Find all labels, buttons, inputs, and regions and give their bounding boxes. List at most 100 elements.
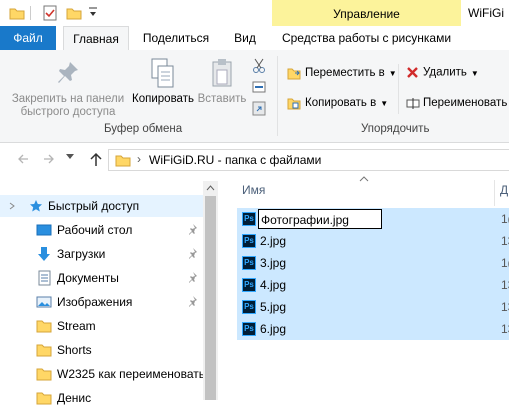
recent-locations-icon[interactable]	[66, 154, 74, 160]
organize-group-label: Упорядочить	[361, 123, 430, 135]
paste-shortcut-icon[interactable]	[252, 100, 266, 116]
pin-label-1: Закрепить на панели	[11, 93, 125, 105]
tab-home[interactable]: Главная	[63, 26, 129, 52]
folder-icon	[115, 152, 131, 168]
folder-icon	[36, 318, 52, 334]
delete-button[interactable]: Удалить ▼	[406, 66, 479, 79]
file-date-truncated: 13	[501, 278, 509, 292]
file-name: 3.jpg	[260, 256, 287, 270]
pictures-icon	[36, 296, 52, 308]
pin-icon	[56, 60, 80, 88]
copy-to-icon	[287, 96, 301, 110]
tab-file[interactable]: Файл	[0, 26, 56, 50]
folder-icon	[36, 366, 52, 382]
pinned-icon	[188, 248, 198, 260]
delete-dropdown-icon: ▼	[470, 68, 479, 78]
folder-icon	[36, 342, 52, 358]
rename-input-value: Фотографии.jpg	[261, 213, 349, 227]
clipboard-group-label: Буфер обмена	[104, 123, 183, 135]
move-to-dropdown-icon: ▼	[388, 69, 397, 79]
file-date-truncated: 13	[501, 300, 509, 314]
organize-separator	[398, 64, 399, 114]
nav-item-desktop[interactable]: Рабочий стол	[0, 219, 203, 241]
nav-item-documents[interactable]: Документы	[0, 267, 203, 289]
rename-input[interactable]: Фотографии.jpg	[258, 209, 382, 229]
tab-share[interactable]: Поделиться	[139, 26, 213, 50]
nav-label: Изображения	[57, 295, 133, 309]
file-date-truncated: 1(	[501, 212, 509, 226]
nav-item-downloads[interactable]: Загрузки	[0, 243, 203, 265]
file-name: 2.jpg	[260, 234, 287, 248]
pin-label-2: быстрого доступа	[20, 106, 116, 118]
sort-ascending-icon	[359, 176, 369, 182]
paste-button[interactable]: Вставить	[197, 58, 247, 106]
column-header-date[interactable]: Д	[500, 183, 508, 197]
nav-item-quick-access[interactable]: Быстрый доступ	[0, 195, 203, 217]
photoshop-file-icon: Ps	[242, 278, 256, 292]
expand-chevron-icon[interactable]	[8, 202, 16, 210]
download-icon	[37, 246, 51, 262]
address-bar[interactable]: › WiFiGiD.RU - папка с файлами	[108, 149, 509, 171]
folder-icon[interactable]	[9, 5, 25, 21]
qat-dropdown-icon[interactable]	[88, 5, 98, 19]
nav-label: Stream	[57, 319, 96, 333]
cut-icon[interactable]	[252, 58, 266, 74]
move-to-button[interactable]: Переместить в ▼	[287, 66, 397, 80]
back-arrow-icon[interactable]	[16, 152, 30, 166]
forward-arrow-icon[interactable]	[42, 152, 56, 166]
pinned-icon	[188, 296, 198, 308]
column-divider[interactable]	[494, 180, 495, 206]
rename-icon	[406, 96, 420, 110]
rename-label: Переименовать	[423, 97, 508, 110]
rename-button[interactable]: Переименовать	[406, 96, 507, 110]
paste-label: Вставить	[197, 93, 247, 105]
address-path[interactable]: WiFiGiD.RU - папка с файлами	[149, 153, 321, 167]
copy-path-icon[interactable]	[252, 80, 266, 94]
ribbon-tabs: Файл Главная Поделиться Вид Средства раб…	[0, 26, 509, 52]
copy-to-button[interactable]: Копировать в ▼	[287, 96, 388, 110]
copy-to-label: Копировать в	[305, 97, 377, 110]
delete-label: Удалить	[423, 66, 467, 79]
file-row[interactable]: Ps 3.jpg 1(	[237, 252, 509, 274]
file-row[interactable]: Ps 6.jpg 13	[237, 318, 509, 340]
tab-view[interactable]: Вид	[229, 26, 261, 50]
folder-icon	[36, 390, 52, 406]
new-folder-icon[interactable]	[66, 5, 82, 21]
nav-label: Shorts	[57, 343, 92, 357]
nav-item-shorts[interactable]: Shorts	[0, 339, 203, 361]
copy-label: Копировать	[132, 93, 194, 105]
scroll-up-arrow-icon[interactable]	[203, 181, 218, 196]
nav-item-denis[interactable]: Денис	[0, 387, 203, 409]
nav-item-pictures[interactable]: Изображения	[0, 291, 203, 313]
file-date-truncated: 13	[501, 322, 509, 336]
column-header-name[interactable]: Имя	[242, 183, 265, 197]
file-row[interactable]: Ps 4.jpg 13	[237, 274, 509, 296]
breadcrumb-chevron-icon[interactable]: ›	[137, 152, 141, 166]
properties-icon[interactable]	[42, 5, 58, 21]
nav-label: Рабочий стол	[57, 223, 133, 237]
nav-scrollbar-thumb[interactable]	[205, 196, 216, 400]
photoshop-file-icon: Ps	[242, 212, 256, 226]
copy-button[interactable]: Копировать	[130, 58, 196, 106]
copy-to-dropdown-icon: ▼	[380, 99, 389, 109]
tab-picture-tools[interactable]: Средства работы с рисунками	[272, 26, 461, 50]
photoshop-file-icon: Ps	[242, 322, 256, 336]
nav-label: Документы	[57, 271, 119, 285]
pin-quick-access-button[interactable]: Закрепить на панели быстрого доступа	[8, 60, 128, 119]
file-name: 6.jpg	[260, 322, 287, 336]
file-row[interactable]: Ps 2.jpg 13	[237, 230, 509, 252]
move-to-label: Переместить в	[305, 67, 385, 80]
up-arrow-icon[interactable]	[89, 151, 103, 167]
file-row[interactable]: Ps Фотографии.jpg 1(	[237, 208, 509, 230]
context-group-header: Управление	[272, 0, 461, 26]
star-icon	[29, 199, 43, 213]
group-separator	[277, 56, 278, 136]
title-bar: Управление WiFiGi	[0, 0, 509, 26]
qat-separator	[30, 6, 31, 20]
nav-item-stream[interactable]: Stream	[0, 315, 203, 337]
window-title: WiFiGi	[468, 6, 504, 20]
move-to-icon	[287, 66, 301, 80]
file-row[interactable]: Ps 5.jpg 13	[237, 296, 509, 318]
nav-item-w2325[interactable]: W2325 как переименовать	[0, 363, 205, 385]
file-name: 4.jpg	[260, 278, 287, 292]
